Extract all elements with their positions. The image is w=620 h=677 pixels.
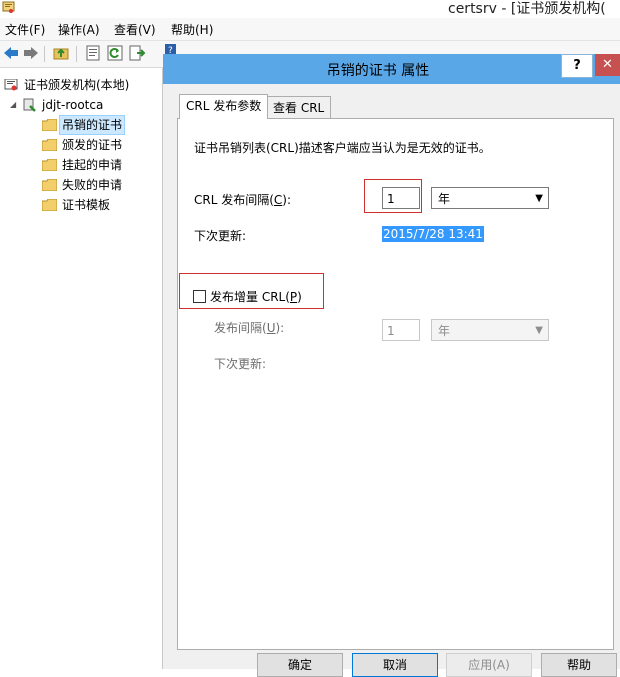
menu-action[interactable]: 操作(A) (58, 21, 100, 38)
crl-interval-unit-value: 年 (438, 192, 451, 206)
expanded-arrow-icon[interactable]: ◢ (10, 96, 16, 114)
delta-crl-label[interactable]: 发布增量 CRL(P) (210, 288, 302, 305)
tab-crl-publish-params[interactable]: CRL 发布参数 (179, 94, 269, 119)
tree-item-label: 证书模板 (62, 198, 111, 212)
up-folder-icon[interactable] (52, 44, 70, 62)
chevron-down-icon: ▼ (535, 193, 543, 204)
ca-server-icon (23, 98, 36, 112)
label-text: ): (275, 321, 285, 335)
label-text: ) (297, 290, 302, 304)
tree-ca-label: jdjt-rootca (42, 98, 104, 112)
dialog-title: 吊销的证书 属性 (326, 63, 430, 79)
ok-button[interactable]: 确定 (257, 653, 343, 677)
menubar: 文件(F) 操作(A) 查看(V) 帮助(H) (0, 18, 620, 41)
apply-button[interactable]: 应用(A) (446, 653, 532, 677)
tab-view-crl[interactable]: 查看 CRL (266, 96, 332, 119)
forward-icon[interactable] (22, 44, 40, 62)
delta-interval-input[interactable]: 1 (382, 319, 420, 341)
label-text: 发布增量 CRL( (210, 290, 290, 304)
tree-item-label: 颁发的证书 (62, 138, 123, 152)
dialog-help-button[interactable]: ? (561, 54, 593, 78)
delta-interval-unit-select[interactable]: 年 ▼ (431, 319, 549, 341)
tree-item-label: 吊销的证书 (58, 115, 126, 135)
label-text: ): (282, 193, 292, 207)
tree-item-label: 挂起的申请 (62, 158, 123, 172)
delta-next-update-label: 下次更新: (214, 357, 267, 371)
menu-view[interactable]: 查看(V) (114, 21, 156, 38)
certsrv-app-icon (2, 1, 15, 13)
next-update-value[interactable]: 2015/7/28 13:41 (382, 226, 484, 242)
label-text: CRL 发布间隔( (194, 193, 274, 207)
crl-interval-unit-select[interactable]: 年 ▼ (431, 187, 549, 209)
tree-item-label: 失败的申请 (62, 178, 123, 192)
menu-file[interactable]: 文件(F) (5, 21, 45, 38)
next-update-label: 下次更新: (194, 229, 247, 243)
folder-icon (42, 199, 57, 211)
dialog-titlebar[interactable]: 吊销的证书 属性 ? ✕ (163, 54, 620, 84)
dialog-close-button[interactable]: ✕ (595, 54, 620, 76)
folder-icon (42, 159, 57, 171)
tab-label: CRL 发布参数 (186, 99, 262, 113)
tree-root-label: 证书颁发机构(本地) (24, 78, 130, 92)
properties-icon[interactable] (84, 44, 102, 62)
delta-interval-unit-value: 年 (438, 324, 451, 338)
crl-interval-label: CRL 发布间隔(C): (194, 191, 291, 208)
cancel-button[interactable]: 取消 (352, 653, 438, 677)
tab-label: 查看 CRL (273, 101, 325, 115)
toolbar-separator (76, 46, 77, 62)
folder-icon (42, 139, 57, 151)
label-text: 发布间隔( (214, 321, 267, 335)
toolbar-separator (44, 46, 45, 62)
crl-interval-value: 1 (387, 192, 395, 206)
refresh-icon[interactable] (106, 44, 124, 62)
delta-interval-label: 发布间隔(U): (214, 319, 284, 336)
window-title: certsrv - [证书颁发机构( (448, 1, 606, 17)
tab-panel: 证书吊销列表(CRL)描述客户端应当认为是无效的证书。 CRL 发布间隔(C):… (177, 118, 614, 650)
window-titlebar: certsrv - [证书颁发机构( (0, 0, 620, 18)
menu-help[interactable]: 帮助(H) (171, 21, 213, 38)
chevron-down-icon: ▼ (535, 325, 543, 336)
crl-interval-input[interactable]: 1 (382, 187, 420, 209)
folder-icon (42, 119, 57, 131)
properties-dialog: 吊销的证书 属性 ? ✕ CRL 发布参数 查看 CRL 证书吊销列表(CRL)… (163, 54, 620, 677)
console-tree: 证书颁发机构(本地) ◢ jdjt-rootca 吊销的证书 颁发的证书 挂起的… (0, 68, 163, 669)
crl-description: 证书吊销列表(CRL)描述客户端应当认为是无效的证书。 (194, 141, 491, 155)
certificate-authority-icon (4, 79, 18, 91)
folder-icon (42, 179, 57, 191)
export-list-icon[interactable] (128, 44, 146, 62)
help-button[interactable]: 帮助 (541, 653, 617, 677)
back-icon[interactable] (2, 44, 20, 62)
delta-interval-value: 1 (387, 324, 395, 338)
delta-crl-checkbox[interactable] (193, 290, 206, 303)
